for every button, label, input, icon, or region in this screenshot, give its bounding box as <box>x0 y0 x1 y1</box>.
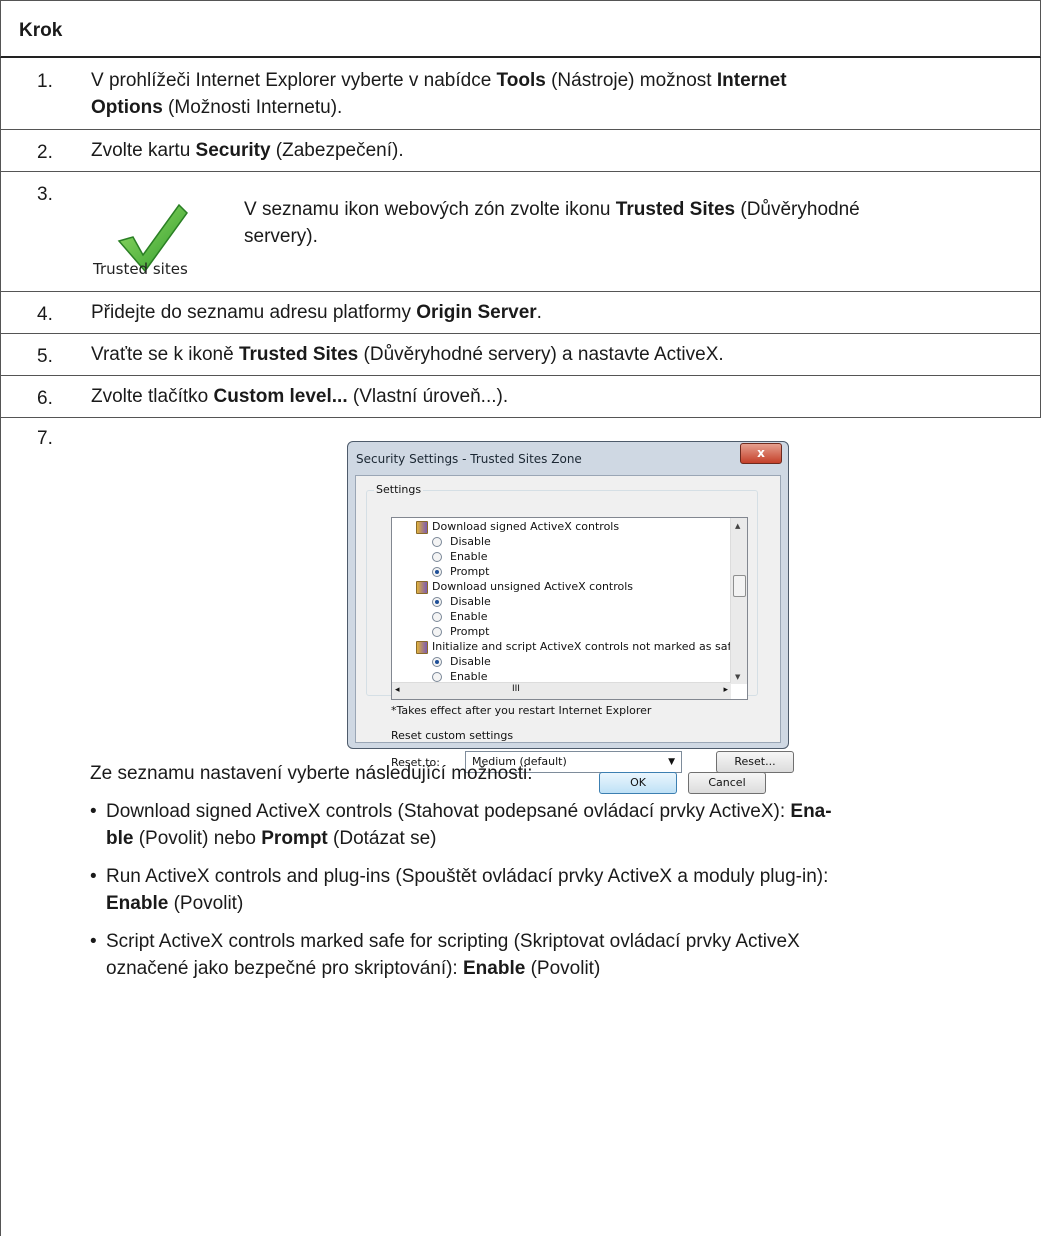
scroll-up-icon[interactable]: ▲ <box>735 522 740 530</box>
steps-table: Krok 1. V prohlížeči Internet Explorer v… <box>0 0 1042 1236</box>
table-header: Krok <box>0 0 1041 58</box>
step-text: V prohlížeči Internet Explorer vyberte v… <box>91 70 787 118</box>
scroll-left-icon[interactable]: ◂ <box>395 685 400 695</box>
bullet-text: Download signed ActiveX controls (Stahov… <box>106 801 832 849</box>
security-settings-dialog: Security Settings - Trusted Sites Zone x… <box>347 441 794 794</box>
step-number: 4. <box>37 304 53 325</box>
radio-label: Disable <box>450 595 491 608</box>
reset-button[interactable]: Reset... <box>716 751 794 773</box>
radio-label: Prompt <box>450 565 490 578</box>
setting-category-label: Download unsigned ActiveX controls <box>432 580 634 593</box>
radio-unselected[interactable] <box>432 627 442 637</box>
vertical-scrollbar[interactable]: ▲ ▼ <box>730 518 747 684</box>
step-row-4: 4. Přidejte do seznamu adresu platformy … <box>0 292 1041 334</box>
setting-shield-icon <box>416 581 428 594</box>
scroll-down-icon[interactable]: ▼ <box>735 673 740 681</box>
trusted-sites-caption: Trusted sites <box>93 260 188 278</box>
step-text: Vraťte se k ikoně Trusted Sites (Důvěryh… <box>91 344 724 365</box>
step-number: 5. <box>37 346 53 367</box>
radio-unselected[interactable] <box>432 612 442 622</box>
header-krok: Krok <box>19 20 63 41</box>
setting-category-label: Initialize and script ActiveX controls n… <box>432 640 748 653</box>
radio-selected[interactable] <box>432 597 442 607</box>
reset-group-label: Reset custom settings <box>391 729 514 742</box>
radio-label: Disable <box>450 535 491 548</box>
scroll-grip-icon: III <box>512 684 520 694</box>
ok-button[interactable]: OK <box>599 772 677 794</box>
dialog-title: Security Settings - Trusted Sites Zone <box>356 452 582 466</box>
settings-list[interactable]: Run ActiveX controls and plug-insEnableD… <box>391 517 748 700</box>
bullet-dot: • <box>90 866 97 887</box>
step-7-intro: Ze seznamu nastavení vyberte následující… <box>90 763 533 784</box>
radio-label: Disable <box>450 655 491 668</box>
step-row-6: 6. Zvolte tlačítko Custom level... (Vlas… <box>0 376 1041 418</box>
step-row-1: 1. V prohlížeči Internet Explorer vybert… <box>0 58 1041 130</box>
step-text: Zvolte tlačítko Custom level... (Vlastní… <box>91 386 509 407</box>
close-button[interactable]: x <box>740 443 782 464</box>
step-number: 1. <box>37 71 53 92</box>
step-number: 7. <box>37 428 53 449</box>
radio-selected[interactable] <box>432 567 442 577</box>
bullet-dot: • <box>90 801 97 822</box>
step-text: V seznamu ikon webových zón zvolte ikonu… <box>244 199 860 247</box>
radio-label: Enable <box>450 610 488 623</box>
bullet-text: Script ActiveX controls marked safe for … <box>106 931 800 979</box>
step-number: 6. <box>37 388 53 409</box>
step-number: 3. <box>37 184 53 205</box>
radio-unselected[interactable] <box>432 537 442 547</box>
setting-category-label: Download signed ActiveX controls <box>432 520 620 533</box>
bullet-text: Run ActiveX controls and plug-ins (Spouš… <box>106 866 829 914</box>
step-row-5: 5. Vraťte se k ikoně Trusted Sites (Důvě… <box>0 334 1041 376</box>
dialog-body: Settings Run ActiveX controls and plug-i… <box>355 475 794 794</box>
step-row-2: 2. Zvolte kartu Security (Zabezpečení). <box>0 130 1041 172</box>
radio-selected[interactable] <box>432 657 442 667</box>
scroll-thumb[interactable] <box>733 575 746 597</box>
radio-label: Enable <box>450 550 488 563</box>
chevron-down-icon: ▼ <box>668 757 675 767</box>
scroll-right-icon[interactable]: ▸ <box>723 685 728 695</box>
setting-shield-icon <box>416 521 428 534</box>
radio-unselected[interactable] <box>432 552 442 562</box>
step-row-3: 3. Trusted sites V seznamu ikon webových… <box>0 172 1041 292</box>
cancel-button[interactable]: Cancel <box>688 772 766 794</box>
settings-label: Settings <box>374 483 424 496</box>
restart-note: *Takes effect after you restart Internet… <box>391 704 652 717</box>
radio-label: Prompt <box>450 625 490 638</box>
radio-unselected[interactable] <box>432 672 442 682</box>
step-text: Přidejte do seznamu adresu platformy Ori… <box>91 302 542 323</box>
bullet-dot: • <box>90 931 97 952</box>
step-text: Zvolte kartu Security (Zabezpečení). <box>91 140 404 161</box>
step-number: 2. <box>37 142 53 163</box>
horizontal-scrollbar[interactable]: ◂ III ▸ <box>392 682 731 699</box>
setting-shield-icon <box>416 641 428 654</box>
